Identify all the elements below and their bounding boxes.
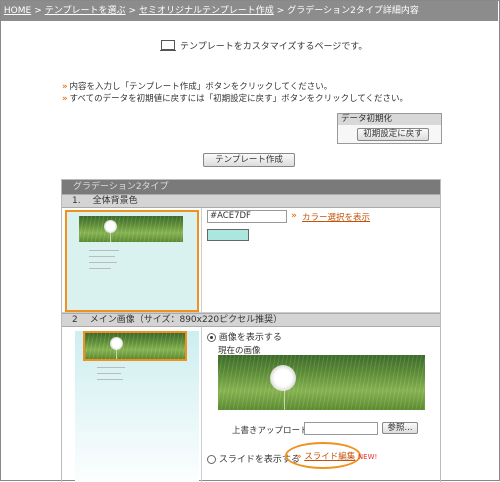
- grass-image: [83, 331, 187, 361]
- preview-text-line: [89, 262, 117, 263]
- show-image-option[interactable]: 画像を表示する: [207, 330, 282, 343]
- main-image-row: 画像を表示する 現在の画像 上書きアップロード 参照... スライドを表示する …: [62, 327, 440, 482]
- preview-text-line: [89, 268, 111, 269]
- dandelion-image: [110, 337, 123, 350]
- show-slide-radio[interactable]: [207, 455, 216, 464]
- main-image-preview-thumbnail: [75, 331, 199, 482]
- browse-button[interactable]: 参照...: [382, 422, 418, 434]
- instruction-line-1: » 内容を入力し「テンプレート作成」ボタンをクリックしてください。: [62, 80, 332, 92]
- show-color-picker-link[interactable]: カラー選択を表示: [302, 211, 370, 223]
- instruction-text: すべてのデータを初期値に戻すには「初期設定に戻す」ボタンをクリックしてください。: [69, 94, 409, 104]
- create-template-button[interactable]: テンプレート作成: [203, 153, 295, 167]
- instruction-line-2: » すべてのデータを初期値に戻すには「初期設定に戻す」ボタンをクリックしてください…: [62, 92, 408, 104]
- bg-color-input[interactable]: #ACE7DF: [207, 210, 287, 223]
- slide-edit-link-group: » スライド編集 NEW!: [296, 450, 377, 462]
- breadcrumb-separator: >: [128, 6, 137, 16]
- column-divider: [201, 327, 202, 482]
- arrow-icon: »: [296, 452, 302, 462]
- arrow-icon: »: [62, 82, 68, 92]
- dandelion-image: [104, 220, 117, 233]
- show-image-radio[interactable]: [207, 333, 216, 342]
- preview-text-line: [97, 379, 123, 380]
- template-panel: グラデーション2タイプ 1. 全体背景色 #ACE7DF » カラー選択を表示 2…: [61, 179, 441, 482]
- column-divider: [201, 208, 202, 312]
- background-preview-thumbnail: [65, 210, 199, 312]
- computer-icon: [160, 39, 176, 51]
- arrow-icon: »: [62, 94, 68, 104]
- arrow-icon: »: [291, 211, 297, 221]
- section-label: 全体背景色: [92, 196, 138, 206]
- show-image-label: 画像を表示する: [218, 333, 282, 343]
- dandelion-image: [270, 365, 296, 391]
- new-badge: NEW!: [357, 453, 378, 461]
- data-reset-heading: データ初期化: [338, 114, 441, 125]
- breadcrumb-separator: >: [276, 6, 285, 16]
- preview-text-line: [89, 250, 119, 251]
- section-number: 1.: [72, 196, 81, 206]
- instruction-text: 内容を入力し「テンプレート作成」ボタンをクリックしてください。: [69, 82, 333, 92]
- background-color-row: #ACE7DF » カラー選択を表示: [62, 208, 440, 313]
- breadcrumb: HOME > テンプレートを選ぶ > セミオリジナルテンプレート作成 > グラデーション2タ…: [1, 1, 498, 21]
- preview-text-line: [97, 373, 121, 374]
- overwrite-upload-label: 上書きアップロード: [232, 426, 309, 436]
- breadcrumb-semi-link[interactable]: セミオリジナルテンプレート作成: [139, 1, 274, 21]
- intro-text: テンプレートをカスタマイズするページです。: [180, 41, 368, 52]
- page-intro: テンプレートをカスタマイズするページです。: [160, 38, 367, 52]
- section-header-main-image: 2 メイン画像（サイズ：890x220ピクセル推奨）: [62, 313, 440, 327]
- preview-text-line: [89, 256, 115, 257]
- breadcrumb-separator: >: [34, 6, 42, 16]
- reset-defaults-button[interactable]: 初期設定に戻す: [357, 128, 429, 141]
- color-swatch: [207, 229, 249, 241]
- breadcrumb-choose-link[interactable]: テンプレートを選ぶ: [45, 1, 126, 21]
- preview-text-line: [97, 367, 125, 368]
- breadcrumb-current: グラデーション2タイプ詳細内容: [287, 6, 419, 16]
- current-main-image: [218, 355, 425, 410]
- slide-edit-link[interactable]: スライド編集: [304, 452, 355, 462]
- panel-title: グラデーション2タイプ: [62, 180, 440, 194]
- breadcrumb-home-link[interactable]: HOME: [4, 1, 31, 21]
- section-label: メイン画像（サイズ：890x220ピクセル推奨）: [89, 315, 283, 325]
- upload-file-input[interactable]: [304, 422, 378, 435]
- data-reset-box: データ初期化 初期設定に戻す: [337, 113, 442, 144]
- section-number: 2: [72, 315, 78, 325]
- section-header-background: 1. 全体背景色: [62, 194, 440, 208]
- grass-image: [79, 216, 183, 242]
